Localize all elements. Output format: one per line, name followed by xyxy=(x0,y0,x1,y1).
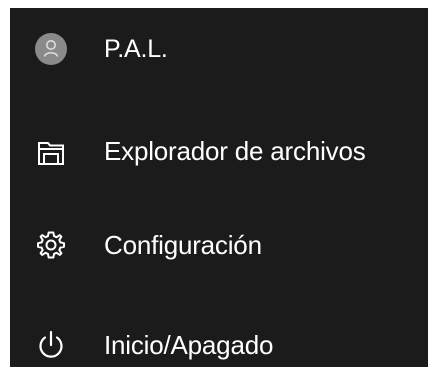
power-label: Inicio/Apagado xyxy=(104,330,274,360)
user-account-label: P.A.L. xyxy=(104,35,168,63)
settings-item[interactable]: Configuración xyxy=(10,204,428,284)
start-menu-panel: P.A.L. Explorador de archivos Configurac… xyxy=(10,8,428,367)
user-avatar-icon xyxy=(34,32,68,66)
folder-icon xyxy=(34,136,68,170)
screenshot-frame: P.A.L. Explorador de archivos Configurac… xyxy=(0,0,428,367)
power-item[interactable]: Inicio/Apagado xyxy=(10,306,428,386)
user-account-item[interactable]: P.A.L. xyxy=(10,8,428,88)
settings-label: Configuración xyxy=(104,230,262,260)
file-explorer-label: Explorador de archivos xyxy=(104,136,366,166)
gear-icon xyxy=(34,228,68,262)
power-icon xyxy=(34,328,68,362)
file-explorer-item[interactable]: Explorador de archivos xyxy=(10,104,428,184)
